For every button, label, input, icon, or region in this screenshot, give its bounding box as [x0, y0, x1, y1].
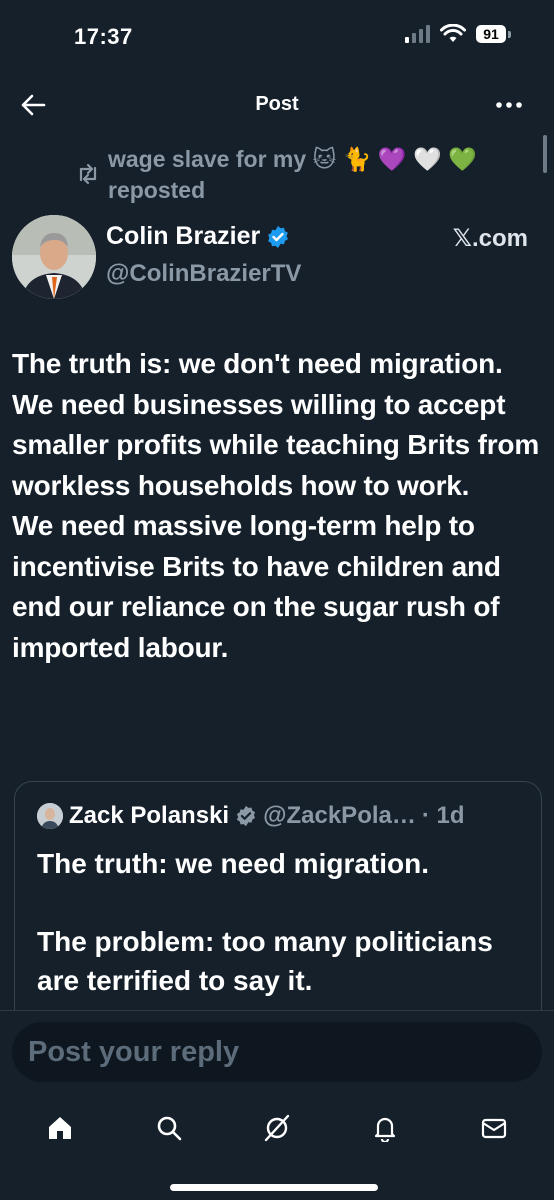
quoted-author-name: Zack Polanski: [69, 802, 230, 829]
battery-indicator: 91: [476, 25, 511, 43]
quoted-avatar: [37, 803, 63, 829]
tweet-text: The truth is: we don't need migration. W…: [12, 348, 540, 663]
repost-label[interactable]: wage slave for my 🐱 🐈 💜 🤍 💚 reposted: [108, 144, 488, 206]
source-link[interactable]: 𝕏.com: [453, 224, 528, 253]
more-dots-icon[interactable]: [494, 90, 524, 120]
repost-icon: [76, 163, 100, 185]
quoted-author-handle: @ZackPola…: [263, 802, 416, 829]
author-handle[interactable]: @ColinBrazierTV: [106, 260, 301, 288]
status-time: 17:37: [74, 24, 133, 49]
scrollbar[interactable]: [543, 135, 547, 173]
verified-badge-icon: [237, 805, 256, 827]
quoted-tweet-time: · 1d: [421, 802, 465, 829]
verified-badge-icon: [268, 225, 289, 248]
messages-envelope-icon[interactable]: [464, 1103, 524, 1153]
page-title: Post: [255, 93, 299, 115]
notifications-bell-icon[interactable]: [355, 1103, 415, 1153]
author-name-text: Colin Brazier: [106, 222, 261, 250]
status-icons: 91: [404, 24, 511, 44]
search-icon[interactable]: [139, 1103, 199, 1153]
home-icon[interactable]: [30, 1103, 90, 1153]
home-indicator: [170, 1184, 378, 1191]
quoted-tweet-header: Zack Polanski @ZackPola… · 1d: [37, 802, 465, 830]
grok-icon[interactable]: [247, 1103, 307, 1153]
avatar[interactable]: [12, 215, 96, 299]
author-name[interactable]: Colin Brazier: [106, 222, 290, 251]
quoted-tweet-card[interactable]: Zack Polanski @ZackPola… · 1d The truth:…: [14, 781, 542, 1043]
bottom-nav: [0, 1098, 554, 1158]
quoted-tweet-text: The truth: we need migration. The proble…: [37, 848, 493, 996]
wifi-icon: [440, 24, 466, 42]
reply-input[interactable]: [12, 1022, 542, 1082]
cellular-signal-icon: [405, 25, 430, 43]
